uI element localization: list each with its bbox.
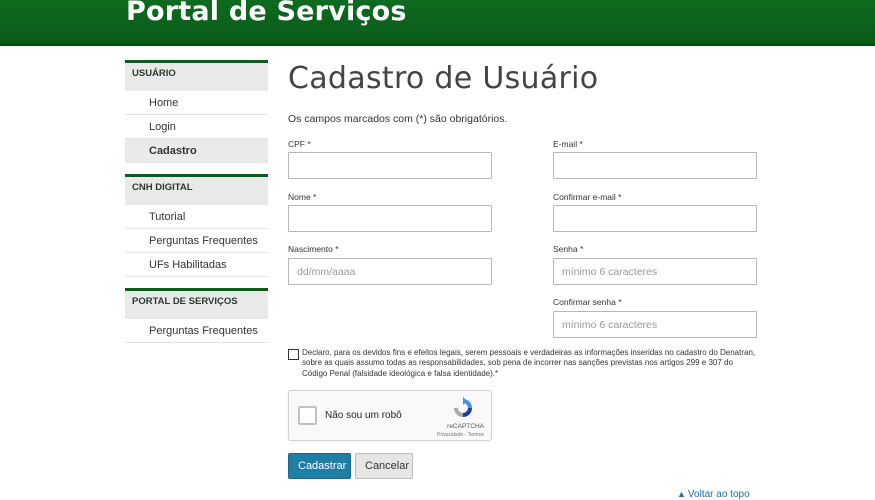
sidebar-item-ufs-habilitadas[interactable]: UFs Habilitadas <box>125 253 268 277</box>
sidebar-item-login[interactable]: Login <box>125 115 268 139</box>
main-content: Cadastro de Usuário Os campos marcados c… <box>288 0 758 500</box>
sidebar-nav: USUÁRIO Home Login Cadastro CNH DIGITAL … <box>125 60 268 343</box>
senha-label: Senha * <box>553 244 584 254</box>
sidebar-item-perguntas-frequentes-portal[interactable]: Perguntas Frequentes <box>125 319 268 343</box>
back-to-top-link[interactable]: ▲ Voltar ao topo <box>677 489 750 500</box>
required-fields-note: Os campos marcados com (*) são obrigatór… <box>288 113 508 125</box>
email-input[interactable] <box>553 152 757 179</box>
sidebar-item-perguntas-frequentes-cnh[interactable]: Perguntas Frequentes <box>125 229 268 253</box>
sidebar-section-usuario: USUÁRIO <box>125 60 268 91</box>
nome-input[interactable] <box>288 205 492 232</box>
sidebar-item-tutorial[interactable]: Tutorial <box>125 205 268 229</box>
submit-button[interactable]: Cadastrar <box>288 453 351 479</box>
recaptcha-brand: reCAPTCHA <box>447 423 484 430</box>
sidebar-section-cnh-digital: CNH DIGITAL <box>125 174 268 205</box>
confirm-email-label: Confirmar e-mail * <box>553 192 622 202</box>
sidebar-item-cadastro[interactable]: Cadastro <box>125 139 268 163</box>
confirm-email-input[interactable] <box>553 205 757 232</box>
recaptcha-links[interactable]: Privacidade - Termos <box>289 432 484 438</box>
chevron-up-icon: ▲ <box>677 489 686 499</box>
declaration-checkbox[interactable] <box>288 349 299 360</box>
declaration-text: Declaro, para os devidos fins e efeitos … <box>302 348 756 378</box>
confirm-senha-input[interactable] <box>553 311 757 338</box>
cpf-label: CPF * <box>288 139 311 149</box>
recaptcha-widget: Não sou um robô reCAPTCHA Privacidade - … <box>288 390 492 441</box>
recaptcha-label: Não sou um robô <box>325 410 402 421</box>
senha-input[interactable] <box>553 258 757 285</box>
back-to-top-label: Voltar ao topo <box>687 489 750 500</box>
nome-label: Nome * <box>288 192 317 202</box>
page-title: Cadastro de Usuário <box>288 61 599 96</box>
recaptcha-logo-icon <box>454 397 472 417</box>
nascimento-label: Nascimento * <box>288 244 339 254</box>
confirm-senha-label: Confirmar senha * <box>553 297 622 307</box>
sidebar-section-portal-servicos: PORTAL DE SERVIÇOS <box>125 288 268 319</box>
cancel-button[interactable]: Cancelar <box>355 453 413 479</box>
nascimento-input[interactable] <box>288 258 492 285</box>
sidebar-item-home[interactable]: Home <box>125 91 268 115</box>
email-label: E-mail * <box>553 139 583 149</box>
cpf-input[interactable] <box>288 152 492 179</box>
